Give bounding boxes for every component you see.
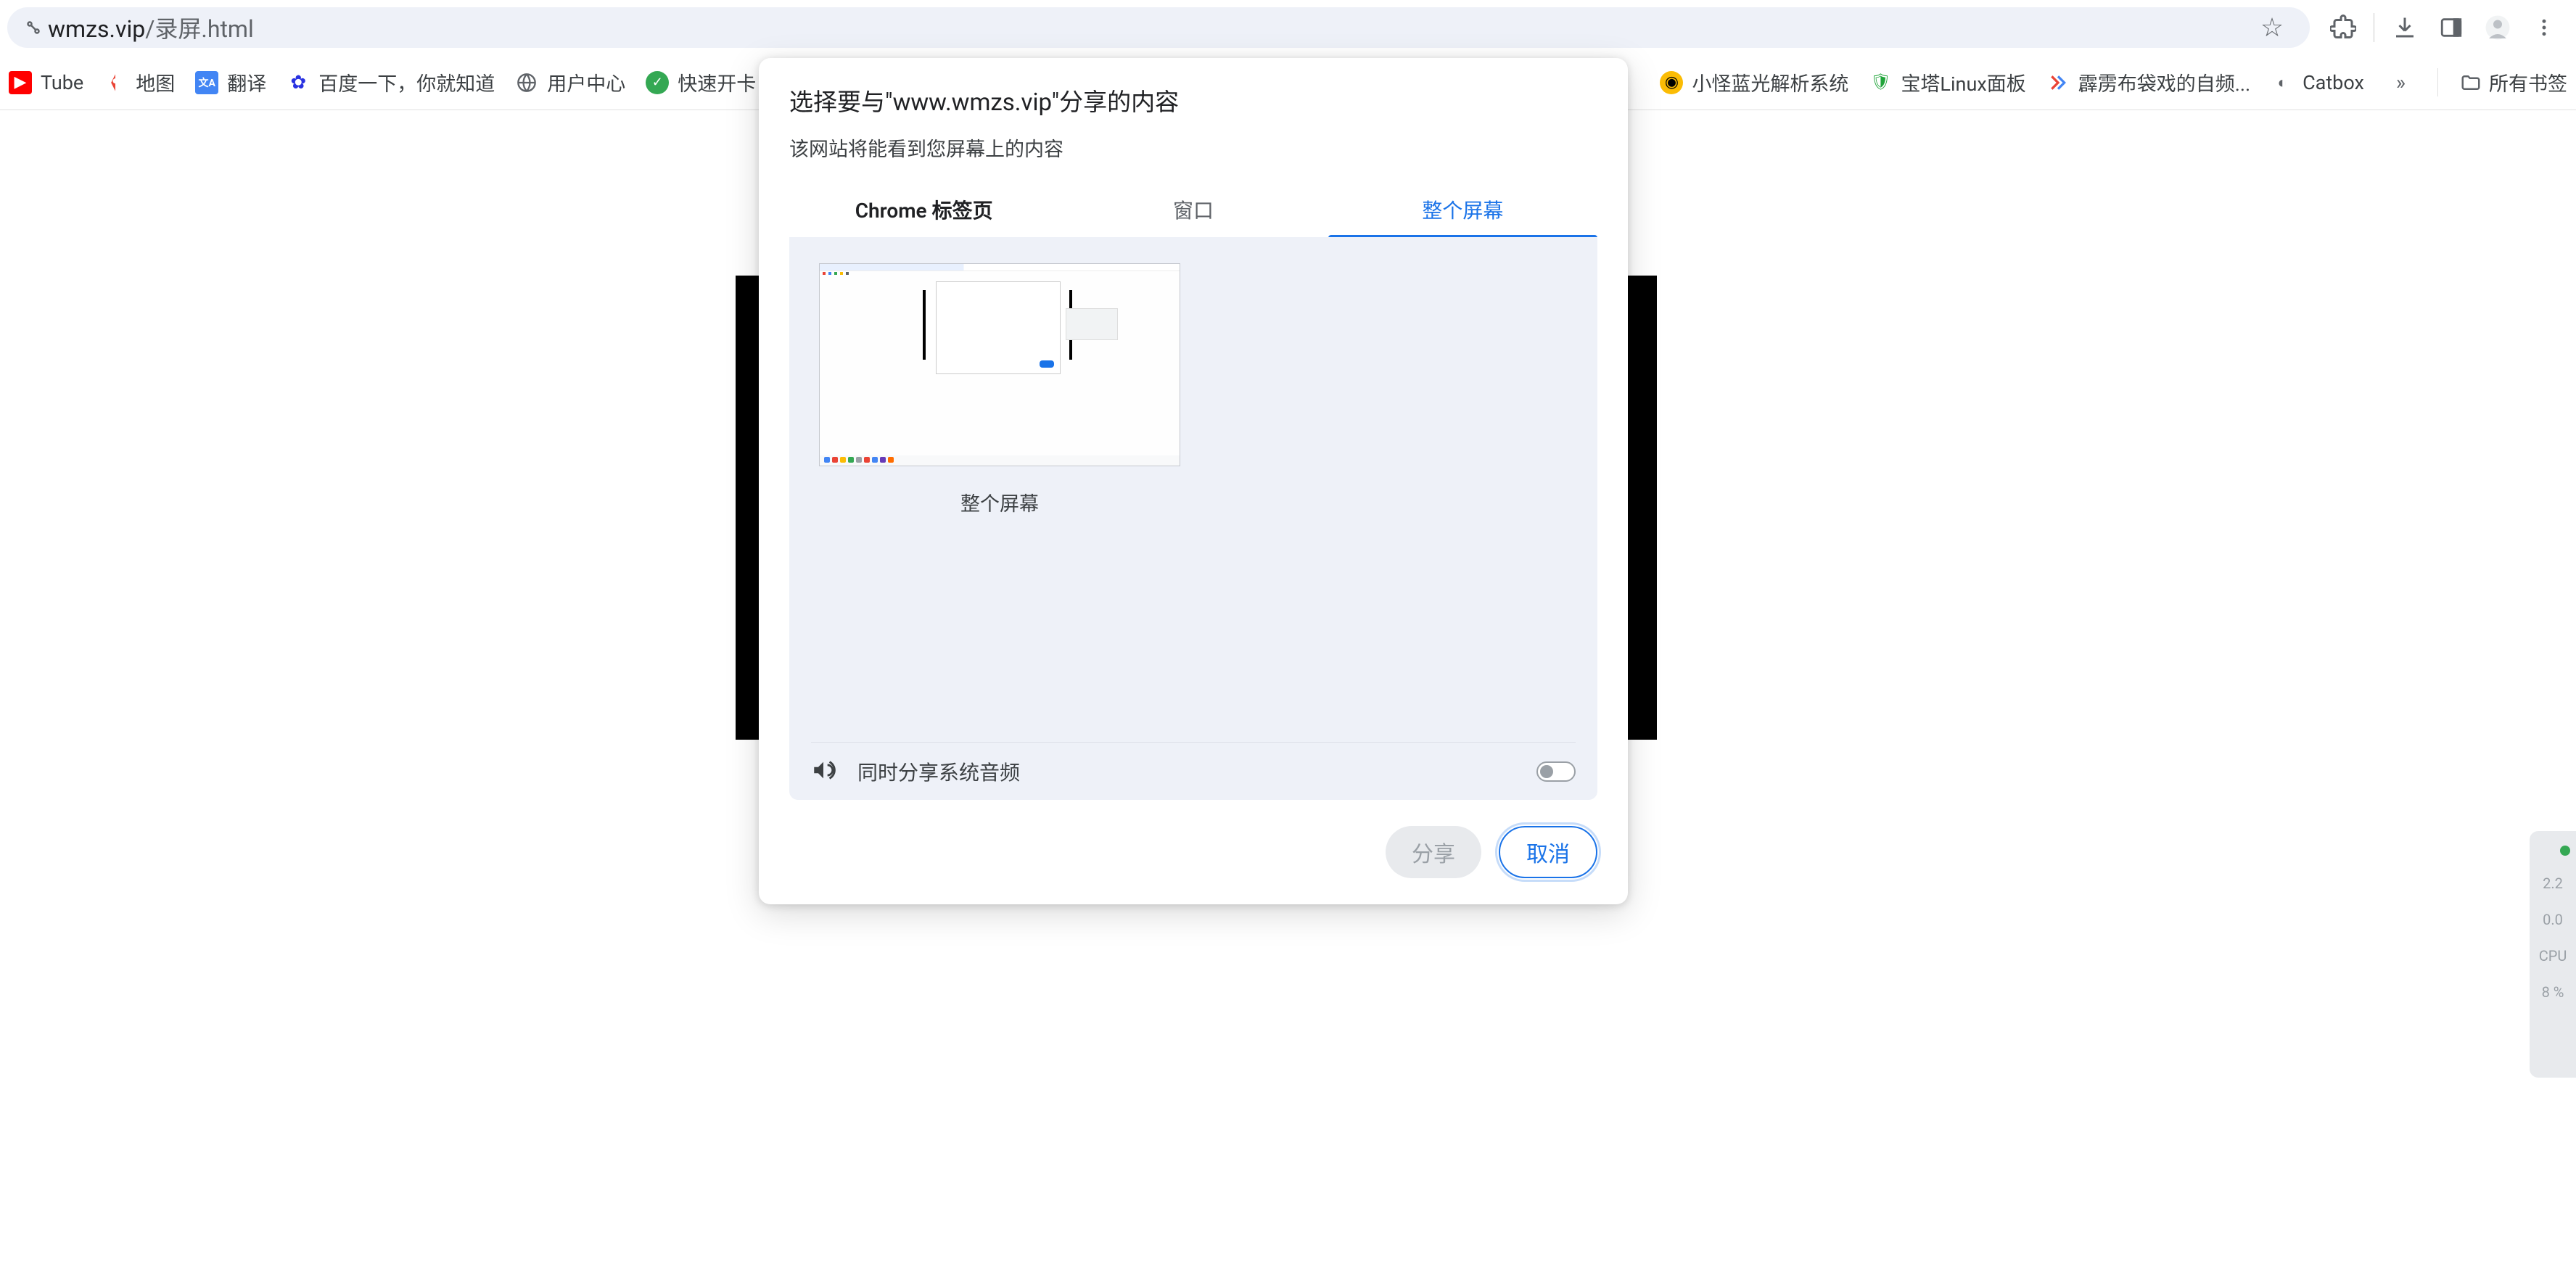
bookmark-item[interactable]: ✿ 百度一下，你就知道 [287,68,495,96]
extensions-icon[interactable] [2327,12,2359,44]
bookmark-label: 霹雳布袋戏的自频... [2078,68,2250,96]
bookmark-star-icon[interactable]: ☆ [2256,12,2288,43]
url-domain: wmzs.vip [48,15,145,43]
bookmark-favicon-icon: 🛡 [1869,71,1892,94]
widget-value: 0.0 [2543,911,2563,928]
tab-window[interactable]: 窗口 [1058,182,1328,237]
dialog-buttons: 分享 取消 [759,800,1628,884]
bookmark-favicon-icon: ◉ [1660,71,1683,94]
bookmark-label: 宝塔Linux面板 [1901,68,2025,96]
bookmark-item[interactable]: 地图 [104,68,175,96]
cancel-button[interactable]: 取消 [1499,826,1597,878]
bookmark-favicon-icon [515,71,538,94]
bookmark-item[interactable]: 🛡 宝塔Linux面板 [1869,68,2025,96]
screen-thumbnail-label: 整个屏幕 [818,488,1181,516]
bookmark-favicon-icon [104,71,127,94]
all-bookmarks-label: 所有书签 [2489,68,2567,96]
share-audio-toggle[interactable] [1536,761,1576,782]
tab-chrome[interactable]: Chrome 标签页 [789,182,1058,237]
url-text[interactable]: wmzs.vip/录屏.html [48,11,2244,44]
screen-picker-area: 整个屏幕 同时分享系统音频 [789,237,1597,800]
widget-label: CPU [2539,947,2567,964]
downloads-icon[interactable] [2389,12,2421,44]
dialog-subtitle: 该网站将能看到您屏幕上的内容 [759,133,1628,162]
status-dot-icon [2560,846,2570,856]
bookmark-favicon-icon: ✓ [646,71,669,94]
tab-entire-screen[interactable]: 整个屏幕 [1328,182,1597,237]
bookmark-item[interactable]: 霹雳布袋戏的自频... [2046,68,2250,96]
bookmark-label: 小怪蓝光解析系统 [1692,68,1848,96]
dialog-tabs: Chrome 标签页 窗口 整个屏幕 [789,182,1597,237]
screen-share-dialog: 选择要与"www.wmzs.vip"分享的内容 该网站将能看到您屏幕上的内容 C… [759,58,1628,904]
site-info-icon[interactable] [20,15,46,41]
bookmark-label: 用户中心 [547,68,625,96]
bookmark-label: 地图 [136,68,175,96]
all-bookmarks-button[interactable]: 所有书签 [2437,68,2567,96]
bookmark-item[interactable]: 用户中心 [515,68,625,96]
bookmark-label: Catbox [2303,71,2364,94]
bookmark-favicon-icon: 文A [195,71,218,94]
bookmark-favicon-icon [2046,71,2070,94]
sidepanel-icon[interactable] [2435,12,2467,44]
address-bar-row: wmzs.vip/录屏.html ☆ [0,0,2576,55]
bookmarks-overflow-icon[interactable]: » [2384,70,2417,94]
screen-thumbnail[interactable] [819,263,1180,466]
toolbar-icons [2318,12,2569,44]
widget-value: 8 % [2542,983,2564,1001]
performance-side-widget[interactable]: 2.2 0.0 CPU 8 % [2530,831,2576,1078]
bookmark-item[interactable]: ◐ Catbox [2271,71,2364,94]
bookmark-favicon-icon: ▶ [9,71,32,94]
share-button[interactable]: 分享 [1386,826,1481,878]
menu-icon[interactable] [2528,12,2560,44]
dialog-title: 选择要与"www.wmzs.vip"分享的内容 [759,83,1628,117]
bookmark-label: Tube [41,71,83,94]
bookmark-label: 百度一下，你就知道 [318,68,495,96]
widget-value: 2.2 [2543,875,2563,892]
bookmark-favicon-icon: ✿ [287,71,310,94]
share-audio-row: 同时分享系统音频 [811,742,1576,782]
bookmark-item[interactable]: ▶ Tube [9,71,83,94]
share-audio-label: 同时分享系统音频 [857,757,1516,786]
address-bar[interactable]: wmzs.vip/录屏.html ☆ [7,7,2310,48]
folder-icon [2460,72,2482,94]
screen-thumbnail-wrap[interactable]: 整个屏幕 [818,263,1181,516]
toggle-knob [1540,765,1553,778]
url-path: /录屏.html [145,15,254,43]
bookmark-favicon-icon: ◐ [2271,71,2294,94]
bookmark-item[interactable]: ◉ 小怪蓝光解析系统 [1660,68,1848,96]
bookmark-label: 翻译 [227,68,266,96]
profile-avatar-icon[interactable] [2482,12,2514,44]
volume-icon [811,758,837,785]
bookmark-item[interactable]: 文A 翻译 [195,68,266,96]
